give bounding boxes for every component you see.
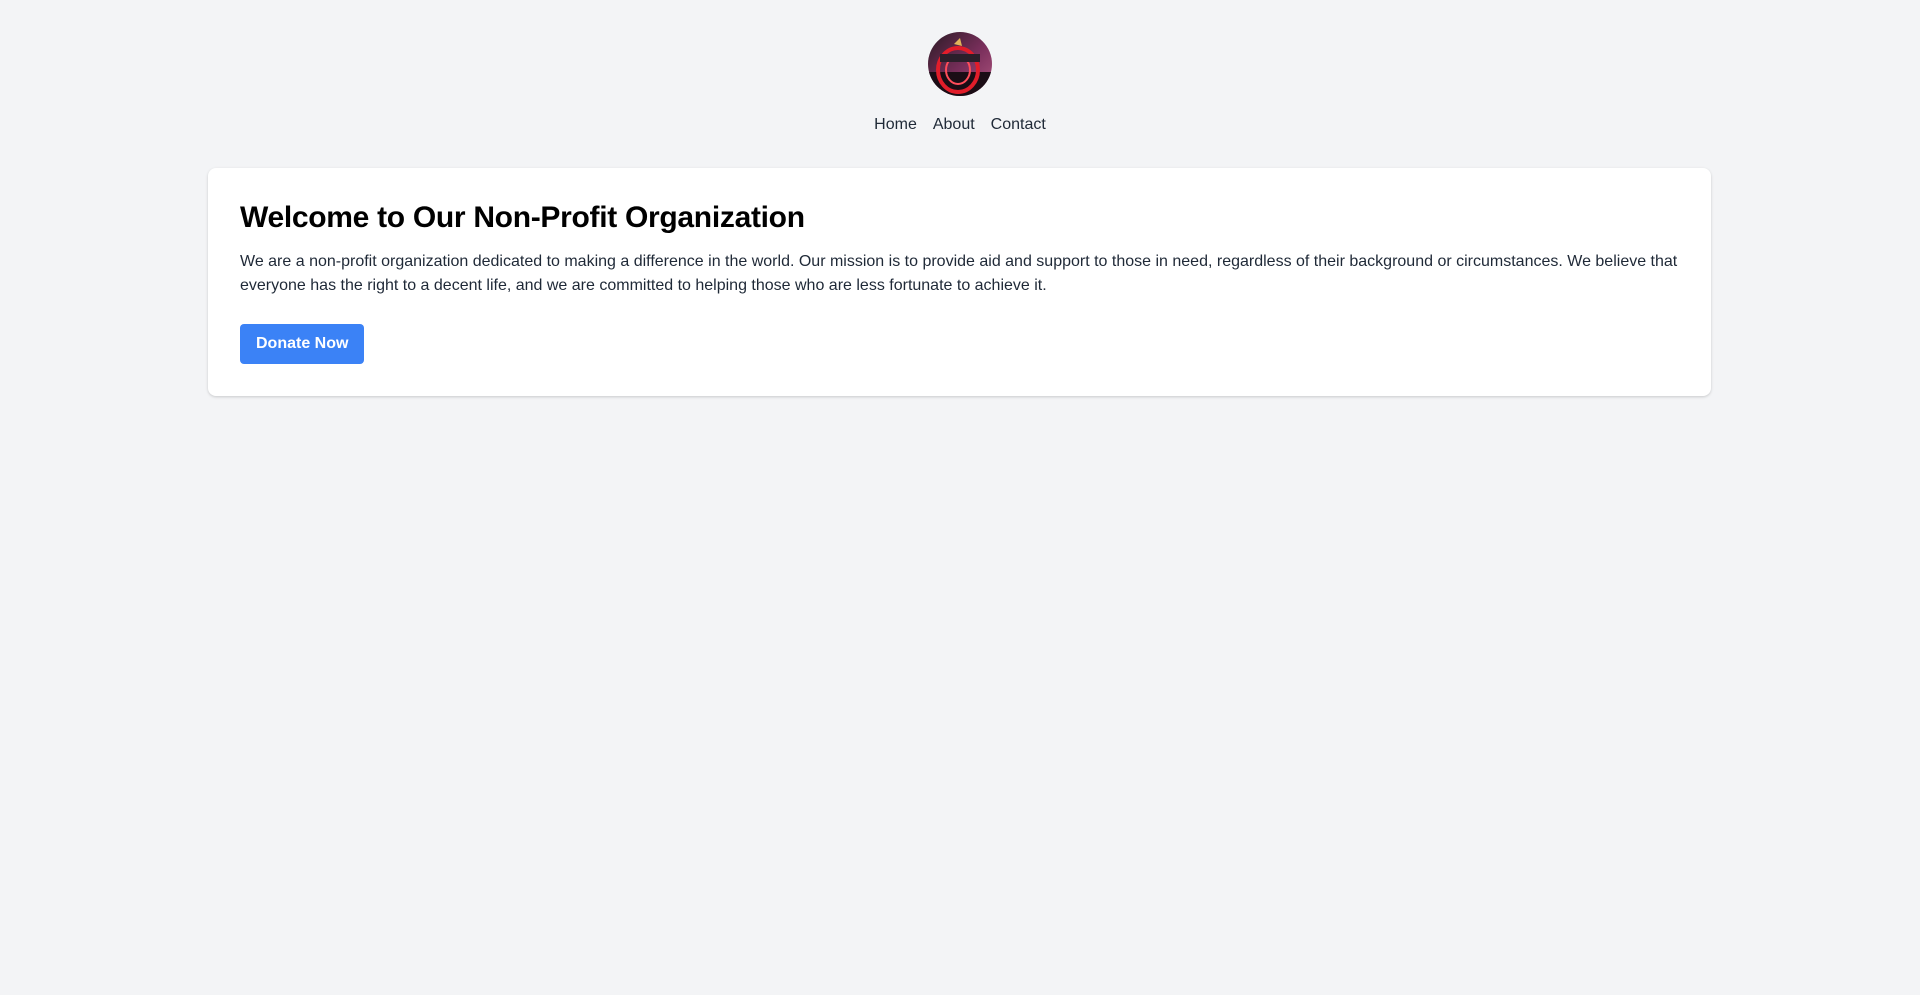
main-nav: Home About Contact [874, 115, 1046, 135]
site-header: Home About Contact [0, 0, 1920, 135]
nav-link-about[interactable]: About [933, 115, 975, 135]
organization-logo-icon[interactable] [928, 32, 992, 96]
nav-link-home[interactable]: Home [874, 115, 917, 135]
page-title: Welcome to Our Non-Profit Organization [240, 201, 805, 234]
mission-description: We are a non-profit organization dedicat… [240, 253, 1678, 294]
donate-now-button[interactable]: Donate Now [240, 324, 365, 364]
welcome-card: Welcome to Our Non-Profit Organization W… [208, 168, 1711, 396]
nav-link-contact[interactable]: Contact [991, 115, 1046, 135]
